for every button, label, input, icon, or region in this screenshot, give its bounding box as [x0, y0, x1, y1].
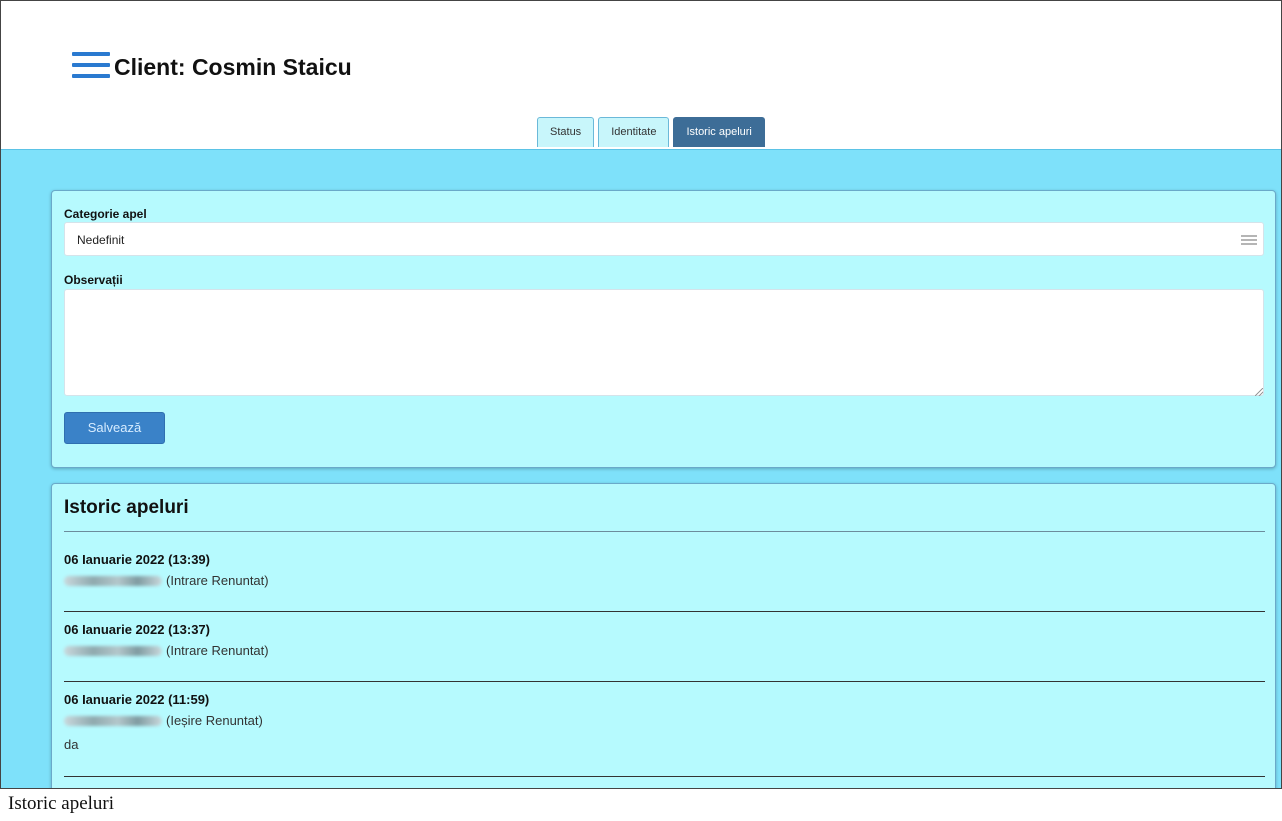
- history-entry: 06 Ianuarie 2022 (13:39) (Intrare Renunt…: [64, 542, 1265, 612]
- tab-status[interactable]: Status: [537, 117, 595, 147]
- category-value: Nedefinit: [77, 233, 125, 247]
- redacted-phone-number: [64, 576, 162, 586]
- tab-identitate[interactable]: Identitate: [598, 117, 670, 147]
- main-content: Categorie apel Nedefinit Observații Salv…: [1, 149, 1281, 788]
- app-frame: Client: Cosmin Staicu Status Identitate …: [0, 0, 1282, 789]
- call-form-panel: Categorie apel Nedefinit Observații Salv…: [51, 190, 1276, 468]
- header: Client: Cosmin Staicu Status Identitate …: [1, 1, 1281, 149]
- entry-detail-line: (Ieșire Renuntat): [64, 713, 1265, 729]
- category-label: Categorie apel: [64, 207, 147, 221]
- page-title: Client: Cosmin Staicu: [114, 54, 352, 80]
- entry-detail: (Intrare Renuntat): [166, 573, 269, 588]
- category-select[interactable]: Nedefinit: [64, 222, 1264, 256]
- figure-caption: Istoric apeluri: [8, 793, 115, 814]
- history-entry: 06 Ianuarie 2022 (13:37) (Intrare Renunt…: [64, 612, 1265, 682]
- tab-istoric-apeluri[interactable]: Istoric apeluri: [673, 117, 765, 147]
- entry-detail-line: (Intrare Renuntat): [64, 573, 1265, 589]
- entry-detail-line: (Intrare Renuntat): [64, 643, 1265, 659]
- list-lines-icon: [1241, 235, 1257, 245]
- tab-bar: Status Identitate Istoric apeluri: [537, 117, 765, 148]
- hamburger-menu-icon[interactable]: [72, 52, 110, 82]
- call-history-panel: Istoric apeluri 06 Ianuarie 2022 (13:39)…: [51, 483, 1276, 788]
- redacted-phone-number: [64, 716, 162, 726]
- notes-label: Observații: [64, 273, 123, 287]
- redacted-phone-number: [64, 646, 162, 656]
- history-title: Istoric apeluri: [64, 497, 189, 518]
- save-button[interactable]: Salvează: [64, 412, 165, 444]
- entry-datetime: 06 Ianuarie 2022 (11:59): [64, 692, 210, 707]
- entry-datetime: 06 Ianuarie 2022 (13:39): [64, 552, 210, 567]
- history-list: 06 Ianuarie 2022 (13:39) (Intrare Renunt…: [64, 542, 1265, 777]
- entry-datetime: 06 Ianuarie 2022 (13:37): [64, 622, 210, 637]
- history-entry: 06 Ianuarie 2022 (11:59) (Ieșire Renunta…: [64, 682, 1265, 777]
- history-divider: [64, 531, 1265, 532]
- resize-handle-icon[interactable]: [1255, 388, 1263, 396]
- notes-textarea[interactable]: [64, 289, 1264, 396]
- entry-note: da: [64, 737, 79, 752]
- entry-detail: (Intrare Renuntat): [166, 643, 269, 658]
- entry-detail: (Ieșire Renuntat): [166, 713, 263, 728]
